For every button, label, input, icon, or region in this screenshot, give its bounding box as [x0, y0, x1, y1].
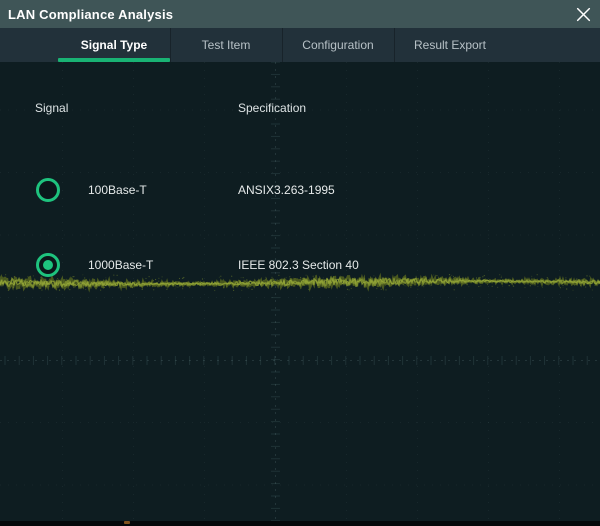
close-icon	[575, 6, 592, 23]
tab-result-export[interactable]: Result Export	[394, 28, 506, 62]
radio-100base-t[interactable]	[36, 178, 60, 202]
trigger-position-marker	[124, 521, 130, 524]
signal-name: 1000Base-T	[88, 258, 153, 272]
lan-compliance-window: LAN Compliance Analysis Signal Type Test…	[0, 0, 600, 526]
scope-screen: Signal Specification 100Base-T ANSIX3.26…	[0, 62, 600, 521]
tab-label: Result Export	[414, 38, 486, 52]
tab-test-item[interactable]: Test Item	[170, 28, 282, 62]
tab-signal-type[interactable]: Signal Type	[58, 28, 170, 62]
column-header-signal: Signal	[35, 101, 68, 115]
title-bar: LAN Compliance Analysis	[0, 0, 600, 28]
radio-1000base-t[interactable]	[36, 253, 60, 277]
tab-configuration[interactable]: Configuration	[282, 28, 394, 62]
signal-row-100base-t[interactable]: 100Base-T ANSIX3.263-1995	[0, 176, 600, 204]
tab-label: Configuration	[302, 38, 373, 52]
signal-specification: ANSIX3.263-1995	[238, 183, 335, 197]
radio-dot	[43, 260, 53, 270]
graticule-and-waveform	[0, 62, 600, 521]
window-title: LAN Compliance Analysis	[0, 7, 173, 22]
tab-label: Test Item	[202, 38, 251, 52]
bottom-bar	[0, 521, 600, 526]
tab-bar: Signal Type Test Item Configuration Resu…	[0, 28, 600, 62]
graticule	[0, 62, 600, 521]
signal-name: 100Base-T	[88, 183, 147, 197]
signal-row-1000base-t[interactable]: 1000Base-T IEEE 802.3 Section 40	[0, 251, 600, 279]
signal-specification: IEEE 802.3 Section 40	[238, 258, 359, 272]
close-button[interactable]	[573, 4, 593, 24]
tab-label: Signal Type	[81, 38, 147, 52]
column-header-specification: Specification	[238, 101, 306, 115]
